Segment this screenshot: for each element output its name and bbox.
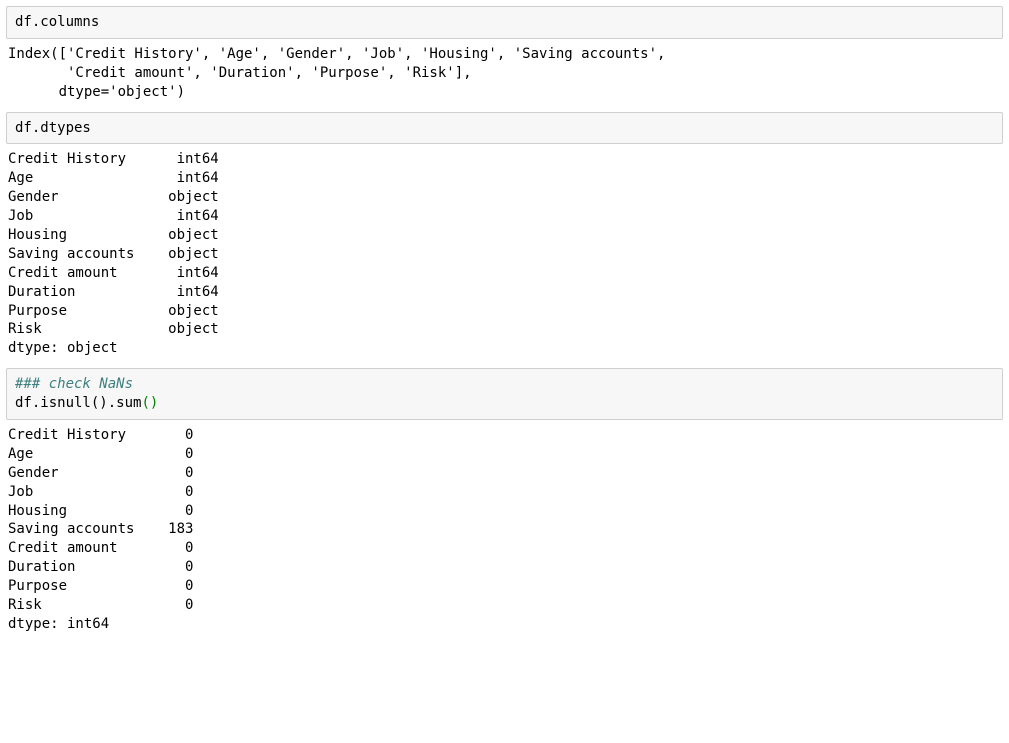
code-input[interactable]: ### check NaNs df.isnull().sum() xyxy=(6,368,1003,420)
notebook-cell: df.columns Index(['Credit History', 'Age… xyxy=(6,6,1003,102)
cell-output: Credit History int64 Age int64 Gender ob… xyxy=(6,144,1003,358)
paren-open: ( xyxy=(141,395,149,411)
notebook-cell: df.dtypes Credit History int64 Age int64… xyxy=(6,112,1003,359)
code-text: df.isnull().sum xyxy=(15,395,141,411)
notebook-cell: ### check NaNs df.isnull().sum() Credit … xyxy=(6,368,1003,634)
code-input[interactable]: df.dtypes xyxy=(6,112,1003,145)
code-input[interactable]: df.columns xyxy=(6,6,1003,39)
cell-output: Index(['Credit History', 'Age', 'Gender'… xyxy=(6,39,1003,102)
code-comment: ### check NaNs xyxy=(15,376,133,392)
cell-output: Credit History 0 Age 0 Gender 0 Job 0 Ho… xyxy=(6,420,1003,634)
paren-close: ) xyxy=(150,395,158,411)
